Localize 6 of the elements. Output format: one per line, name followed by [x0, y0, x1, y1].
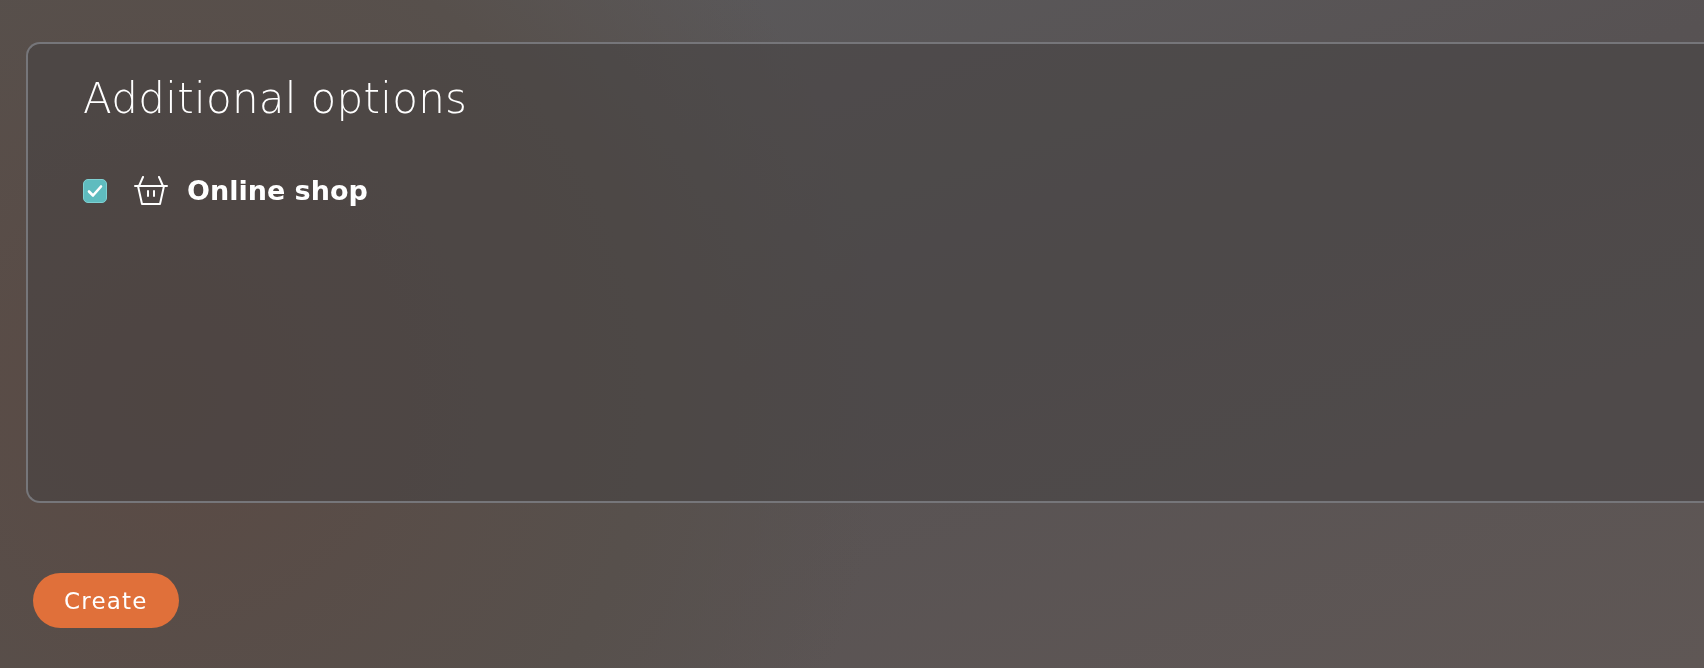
basket-icon	[133, 175, 169, 206]
option-label: Online shop	[187, 175, 368, 206]
create-button[interactable]: Create	[33, 573, 179, 628]
section-title: Additional options	[83, 74, 469, 123]
checkbox[interactable]	[83, 178, 107, 203]
check-icon	[87, 183, 103, 198]
